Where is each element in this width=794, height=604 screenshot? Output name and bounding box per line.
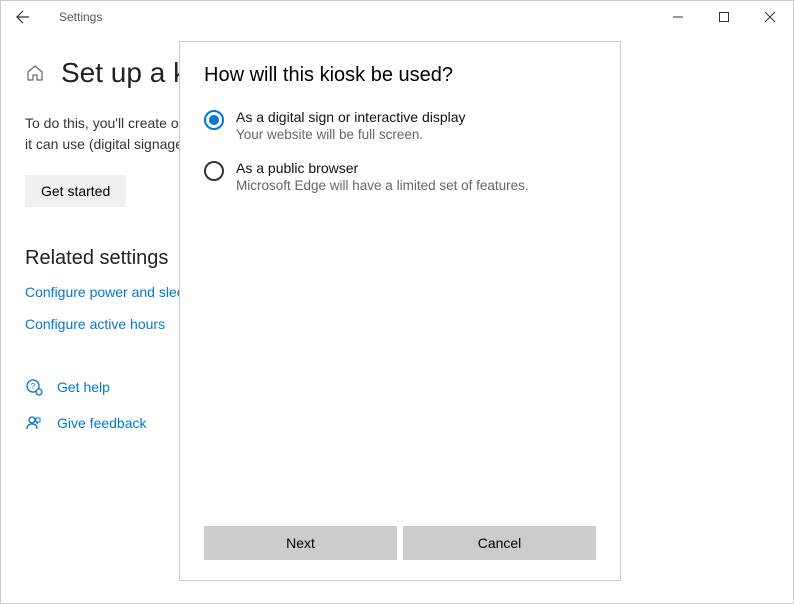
option-public-browser[interactable]: As a public browser Microsoft Edge will … [204, 160, 596, 193]
option-description: Your website will be full screen. [236, 127, 466, 142]
window-title: Settings [59, 10, 102, 24]
option-label: As a public browser [236, 160, 529, 176]
dialog-body: How will this kiosk be used? As a digita… [180, 42, 620, 526]
back-button[interactable] [7, 1, 39, 33]
option-text: As a public browser Microsoft Edge will … [236, 160, 529, 193]
maximize-button[interactable] [701, 1, 747, 33]
close-button[interactable] [747, 1, 793, 33]
option-text: As a digital sign or interactive display… [236, 109, 466, 142]
radio-icon [204, 161, 224, 181]
minimize-icon [673, 12, 683, 22]
minimize-button[interactable] [655, 1, 701, 33]
dialog-title: How will this kiosk be used? [204, 64, 596, 87]
back-arrow-icon [16, 10, 30, 24]
option-digital-sign[interactable]: As a digital sign or interactive display… [204, 109, 596, 142]
maximize-icon [719, 12, 729, 22]
get-started-button[interactable]: Get started [25, 175, 126, 207]
dialog-footer: Next Cancel [180, 526, 620, 580]
give-feedback-link: Give feedback [57, 415, 147, 431]
kiosk-usage-dialog: How will this kiosk be used? As a digita… [179, 41, 621, 581]
radio-icon [204, 110, 224, 130]
feedback-icon [25, 414, 43, 432]
next-button[interactable]: Next [204, 526, 397, 560]
get-help-link: Get help [57, 379, 110, 395]
home-icon [25, 63, 45, 83]
close-icon [765, 12, 775, 22]
window-controls [655, 1, 793, 33]
svg-text:?: ? [31, 382, 36, 391]
help-icon: ? [25, 378, 43, 396]
option-description: Microsoft Edge will have a limited set o… [236, 178, 529, 193]
cancel-button[interactable]: Cancel [403, 526, 596, 560]
option-label: As a digital sign or interactive display [236, 109, 466, 125]
titlebar: Settings [1, 1, 793, 33]
